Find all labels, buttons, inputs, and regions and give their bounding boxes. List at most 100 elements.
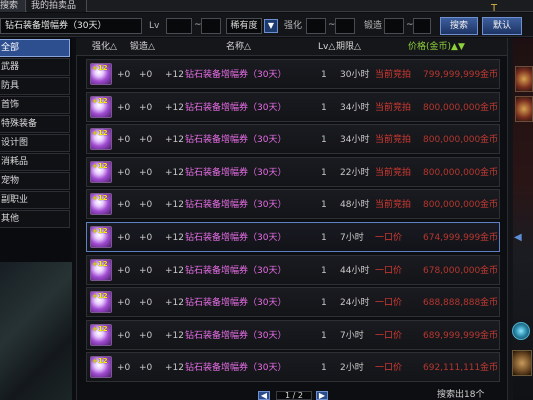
cell-time-left: 2小时 bbox=[340, 363, 364, 373]
cell-forge: +0 bbox=[139, 233, 153, 243]
table-row[interactable]: +12 +0 +0 +12 钻石装备增幅券（30天） 1 48小时 当前竞拍 800,000,0… bbox=[86, 189, 500, 219]
cell-enhance: +0 bbox=[117, 363, 131, 373]
category-accessory[interactable]: 首饰 bbox=[0, 96, 70, 114]
cell-item-name: 钻石装备增幅券（30天） bbox=[185, 266, 287, 276]
search-button[interactable]: 搜索 bbox=[440, 17, 478, 35]
forge-label: 锻造 bbox=[364, 21, 383, 31]
table-row[interactable]: +12 +0 +0 +12 钻石装备增幅券（30天） 1 30小时 当前竞拍 799,999,9… bbox=[86, 59, 500, 89]
icon-level-tag: +12 bbox=[92, 97, 108, 105]
col-enhance[interactable]: 强化△ bbox=[92, 41, 117, 53]
cell-amplify: +12 bbox=[165, 135, 184, 145]
category-all[interactable]: 全部 bbox=[0, 39, 70, 57]
amplify-ticket-icon: +12 bbox=[90, 259, 112, 281]
rarity-select[interactable]: 稀有度 bbox=[226, 18, 262, 34]
cell-sale-type: 当前竞拍 bbox=[375, 103, 412, 113]
lv-min-field[interactable] bbox=[166, 18, 192, 34]
cell-amplify: +12 bbox=[165, 70, 184, 80]
tab-search[interactable]: 搜索 bbox=[0, 0, 26, 12]
cell-level: 1 bbox=[321, 266, 327, 276]
background-art bbox=[0, 262, 72, 400]
amplify-ticket-icon: +12 bbox=[90, 193, 112, 215]
col-lv[interactable]: Lv△ bbox=[318, 41, 335, 53]
icon-level-tag: +12 bbox=[92, 64, 108, 72]
table-row[interactable]: +12 +0 +0 +12 钻石装备增幅券（30天） 1 7小时 一口价 689,999,999… bbox=[86, 320, 500, 350]
lv-max-field[interactable] bbox=[201, 18, 221, 34]
cell-enhance: +0 bbox=[117, 331, 131, 341]
cell-currency: 金币 bbox=[480, 200, 499, 210]
icon-level-tag: +12 bbox=[92, 325, 108, 333]
amplify-ticket-icon: +12 bbox=[90, 96, 112, 118]
col-price[interactable]: 价格(金币)▲▼ bbox=[408, 41, 465, 53]
cell-level: 1 bbox=[321, 233, 327, 243]
cell-price: 674,999,999 bbox=[423, 233, 481, 243]
rarity-dropdown-button[interactable]: ▼ bbox=[264, 19, 278, 33]
cell-forge: +0 bbox=[139, 363, 153, 373]
icon-level-tag: +12 bbox=[92, 162, 108, 170]
table-row[interactable]: +12 +0 +0 +12 钻石装备增幅券（30天） 1 22小时 当前竞拍 800,000,0… bbox=[86, 157, 500, 187]
character-portrait-icon[interactable] bbox=[515, 96, 533, 122]
col-time[interactable]: 期限△ bbox=[336, 41, 361, 53]
category-other[interactable]: 其他 bbox=[0, 210, 70, 228]
expand-left-arrow-icon[interactable]: ◀ bbox=[514, 232, 522, 244]
cell-currency: 金币 bbox=[480, 103, 499, 113]
character-portrait-icon[interactable] bbox=[515, 66, 533, 92]
cell-level: 1 bbox=[321, 103, 327, 113]
cell-level: 1 bbox=[321, 168, 327, 178]
cell-currency: 金币 bbox=[480, 298, 499, 308]
item-name-field[interactable]: 钻石装备增幅券（30天） bbox=[0, 18, 142, 34]
enhance-min-field[interactable] bbox=[306, 18, 326, 34]
table-row[interactable]: +12 +0 +0 +12 钻石装备增幅券（30天） 1 24小时 一口价 688,888,88… bbox=[86, 287, 500, 317]
cell-forge: +0 bbox=[139, 200, 153, 210]
cell-sale-type: 当前竞拍 bbox=[375, 168, 412, 178]
cell-forge: +0 bbox=[139, 135, 153, 145]
category-pet[interactable]: 宠物 bbox=[0, 172, 70, 190]
icon-level-tag: +12 bbox=[92, 129, 108, 137]
cell-forge: +0 bbox=[139, 298, 153, 308]
table-row[interactable]: +12 +0 +0 +12 钻石装备增幅券（30天） 1 44小时 一口价 678,000,00… bbox=[86, 255, 500, 285]
category-consumable[interactable]: 消耗品 bbox=[0, 153, 70, 171]
cell-time-left: 7小时 bbox=[340, 331, 364, 341]
cell-time-left: 7小时 bbox=[340, 233, 364, 243]
cell-enhance: +0 bbox=[117, 200, 131, 210]
cell-sale-type: 一口价 bbox=[375, 298, 403, 308]
inventory-slot-icon[interactable] bbox=[512, 350, 532, 376]
icon-level-tag: +12 bbox=[92, 292, 108, 300]
default-button[interactable]: 默认 bbox=[482, 17, 522, 35]
cell-currency: 金币 bbox=[480, 363, 499, 373]
forge-min-field[interactable] bbox=[384, 18, 404, 34]
next-page-button[interactable]: ▶ bbox=[316, 391, 328, 400]
category-special-equipment[interactable]: 特殊装备 bbox=[0, 115, 70, 133]
cell-amplify: +12 bbox=[165, 298, 184, 308]
col-forge[interactable]: 锻造△ bbox=[130, 41, 155, 53]
category-armor[interactable]: 防具 bbox=[0, 77, 70, 95]
table-row[interactable]: +12 +0 +0 +12 钻石装备增幅券（30天） 1 2小时 一口价 692,111,111… bbox=[86, 352, 500, 382]
table-row[interactable]: +12 +0 +0 +12 钻石装备增幅券（30天） 1 34小时 当前竞拍 800,000,0… bbox=[86, 92, 500, 122]
cell-price: 800,000,000 bbox=[423, 200, 481, 210]
cell-price: 800,000,000 bbox=[423, 103, 481, 113]
tab-my-auctions[interactable]: 我的拍卖品 bbox=[27, 0, 87, 12]
icon-level-tag: +12 bbox=[92, 357, 108, 365]
cell-sale-type: 当前竞拍 bbox=[375, 70, 412, 80]
page-indicator: 1 / 2 bbox=[276, 391, 312, 400]
amplify-ticket-icon: +12 bbox=[90, 324, 112, 346]
cell-sale-type: 一口价 bbox=[375, 233, 403, 243]
amplify-ticket-icon: +12 bbox=[90, 161, 112, 183]
cell-time-left: 24小时 bbox=[340, 298, 370, 308]
cell-item-name: 钻石装备增幅券（30天） bbox=[185, 331, 287, 341]
category-sub-profession[interactable]: 副职业 bbox=[0, 191, 70, 209]
table-row[interactable]: +12 +0 +0 +12 钻石装备增幅券（30天） 1 7小时 一口价 674,999,999… bbox=[86, 222, 500, 252]
cell-item-name: 钻石装备增幅券（30天） bbox=[185, 70, 287, 80]
enhance-max-field[interactable] bbox=[335, 18, 355, 34]
orb-icon[interactable] bbox=[512, 322, 530, 340]
cell-forge: +0 bbox=[139, 331, 153, 341]
cell-time-left: 34小时 bbox=[340, 103, 370, 113]
category-blueprint[interactable]: 设计图 bbox=[0, 134, 70, 152]
cell-forge: +0 bbox=[139, 266, 153, 276]
lv-label: Lv bbox=[149, 21, 160, 31]
col-name[interactable]: 名称△ bbox=[226, 41, 251, 53]
cell-price: 799,999,999 bbox=[423, 70, 481, 80]
prev-page-button[interactable]: ◀ bbox=[258, 391, 270, 400]
category-weapon[interactable]: 武器 bbox=[0, 58, 70, 76]
forge-max-field[interactable] bbox=[413, 18, 431, 34]
table-row[interactable]: +12 +0 +0 +12 钻石装备增幅券（30天） 1 34小时 当前竞拍 800,000,0… bbox=[86, 124, 500, 154]
